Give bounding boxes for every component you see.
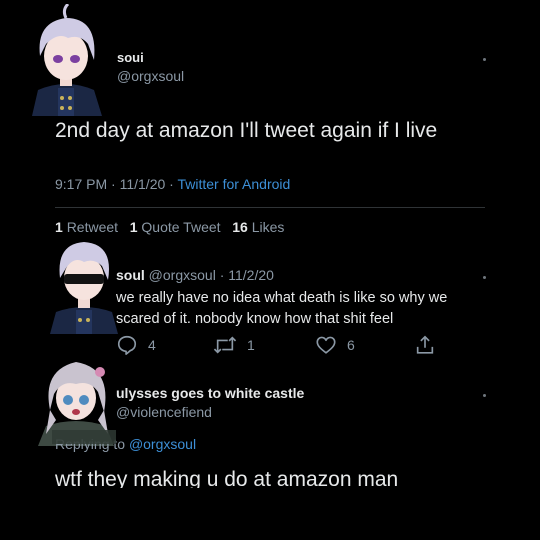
avatar-illustration-icon: [32, 4, 102, 116]
reply-action[interactable]: 4: [116, 334, 156, 356]
share-action[interactable]: [414, 334, 436, 356]
quotes-count: 1: [129, 219, 138, 235]
replying-to-link[interactable]: @orgxsoul: [129, 436, 196, 452]
avatar-illustration-icon: [50, 242, 118, 334]
reply2-author-name[interactable]: ulysses goes to white castle: [116, 385, 304, 401]
tweet-date[interactable]: 11/1/20: [120, 176, 166, 192]
reply1-text-line: we really have no idea what death is lik…: [116, 290, 448, 306]
reply1-handle-date[interactable]: @orgxsoul · 11/2/20: [149, 267, 274, 283]
tweet-author-name[interactable]: soui: [117, 50, 144, 65]
reply2-text-line: wtf they making u do at amazon man: [55, 468, 399, 488]
likes-count: 16: [232, 219, 248, 235]
divider: [55, 207, 485, 208]
meta-separator: ·: [111, 176, 116, 192]
reply2-text: wtf they making u do at amazon man: [55, 466, 495, 488]
reply-icon: [117, 335, 137, 355]
more-dot-icon[interactable]: [483, 276, 486, 279]
reply1-text: we really have no idea what death is lik…: [116, 288, 447, 330]
meta-separator: ·: [169, 176, 174, 192]
avatar-overlap: [52, 430, 116, 444]
avatar-soul[interactable]: [46, 222, 122, 334]
tweet-text: 2nd day at amazon I'll tweet again if I …: [55, 119, 438, 142]
tweet-time: 9:17 PM: [55, 176, 108, 192]
retweet-action[interactable]: 1: [213, 334, 255, 356]
quotes-stat[interactable]: 1 Quote Tweet: [130, 219, 225, 235]
more-dot-icon[interactable]: [483, 394, 486, 397]
reply1-author-name[interactable]: soul: [116, 267, 145, 283]
retweet-icon: [213, 336, 237, 354]
tweet-meta: 9:17 PM · 11/1/20 · Twitter for Android: [55, 176, 290, 192]
reply-count: 4: [148, 337, 156, 353]
quotes-label: Quote Tweet: [141, 219, 221, 235]
reply1-text-line: scared of it. nobody know how that shit …: [116, 311, 394, 327]
likes-stat[interactable]: 16 Likes: [232, 219, 284, 235]
retweet-count: 1: [247, 337, 255, 353]
likes-label: Likes: [251, 219, 285, 235]
like-action[interactable]: 6: [315, 334, 355, 356]
share-icon: [416, 335, 434, 354]
tweet-client-link[interactable]: Twitter for Android: [177, 176, 290, 192]
reply1-header: soul @orgxsoul · 11/2/20: [116, 267, 274, 283]
avatar-soui[interactable]: [22, 4, 110, 116]
reply2-author-handle[interactable]: @violencefiend: [116, 404, 212, 420]
tweet-author-handle[interactable]: @orgxsoul: [117, 68, 184, 84]
like-count: 6: [347, 337, 355, 353]
more-dot-icon[interactable]: [483, 58, 486, 61]
heart-icon: [316, 336, 336, 354]
